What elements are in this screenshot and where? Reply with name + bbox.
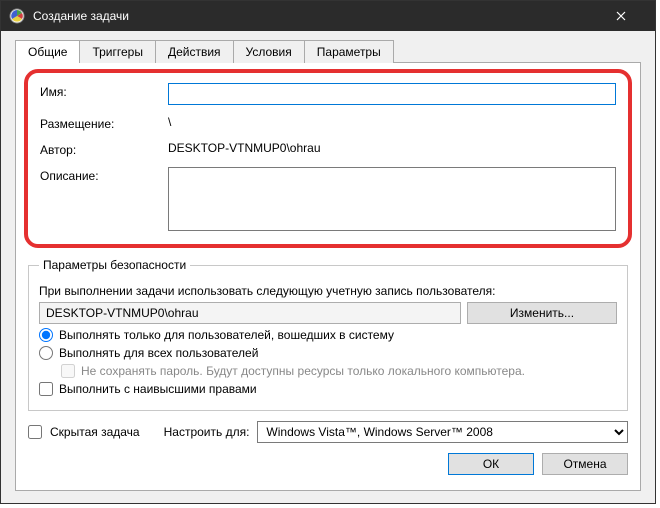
radio-logged-on-label: Выполнять только для пользователей, воше… <box>59 328 394 342</box>
tab-conditions[interactable]: Условия <box>233 40 305 63</box>
cancel-button[interactable]: Отмена <box>542 453 628 475</box>
name-input[interactable] <box>168 83 616 105</box>
description-input[interactable] <box>168 167 616 231</box>
no-store-password-checkbox <box>61 364 75 378</box>
run-as-text: При выполнении задачи использовать следу… <box>39 284 617 298</box>
configure-for-select[interactable]: Windows Vista™, Windows Server™ 2008 <box>257 421 628 443</box>
tab-panel-general: Имя: Размещение: \ Автор: DESKTOP-VTNMUP… <box>15 62 641 491</box>
dialog-footer: ОК Отмена <box>28 453 628 475</box>
location-label: Размещение: <box>40 115 168 131</box>
author-label: Автор: <box>40 141 168 157</box>
description-label: Описание: <box>40 167 168 183</box>
radio-all-users-label: Выполнять для всех пользователей <box>59 346 258 360</box>
hidden-task-label: Скрытая задача <box>50 425 140 439</box>
tab-settings[interactable]: Параметры <box>304 40 394 63</box>
hidden-task-checkbox[interactable] <box>28 425 42 439</box>
security-options-group: Параметры безопасности При выполнении за… <box>28 258 628 411</box>
tab-strip: Общие Триггеры Действия Условия Параметр… <box>15 39 641 62</box>
scheduler-icon <box>9 8 25 24</box>
bottom-row: Скрытая задача Настроить для: Windows Vi… <box>28 421 628 443</box>
highest-privileges-label: Выполнить с наивысшими правами <box>59 382 257 396</box>
radio-all-users[interactable] <box>39 346 53 360</box>
radio-logged-on[interactable] <box>39 328 53 342</box>
window-title: Создание задачи <box>33 9 602 23</box>
tab-triggers[interactable]: Триггеры <box>79 40 156 63</box>
configure-for-label: Настроить для: <box>164 425 250 439</box>
highest-privileges-checkbox[interactable] <box>39 382 53 396</box>
account-display: DESKTOP-VTNMUP0\ohrau <box>39 302 461 324</box>
tab-general[interactable]: Общие <box>15 40 80 63</box>
ok-button[interactable]: ОК <box>448 453 534 475</box>
name-label: Имя: <box>40 83 168 99</box>
author-value: DESKTOP-VTNMUP0\ohrau <box>168 141 616 155</box>
no-store-password-label: Не сохранять пароль. Будут доступны ресу… <box>81 364 525 378</box>
security-legend: Параметры безопасности <box>39 258 190 272</box>
dialog-body: Общие Триггеры Действия Условия Параметр… <box>1 31 655 503</box>
title-bar: Создание задачи <box>1 1 655 31</box>
tab-actions[interactable]: Действия <box>155 40 234 63</box>
location-value: \ <box>168 115 616 129</box>
highlighted-region: Имя: Размещение: \ Автор: DESKTOP-VTNMUP… <box>24 69 632 248</box>
create-task-dialog: Создание задачи Общие Триггеры Действия … <box>0 0 656 504</box>
change-user-button[interactable]: Изменить... <box>467 302 617 324</box>
close-button[interactable] <box>602 1 647 31</box>
close-icon <box>616 11 626 21</box>
